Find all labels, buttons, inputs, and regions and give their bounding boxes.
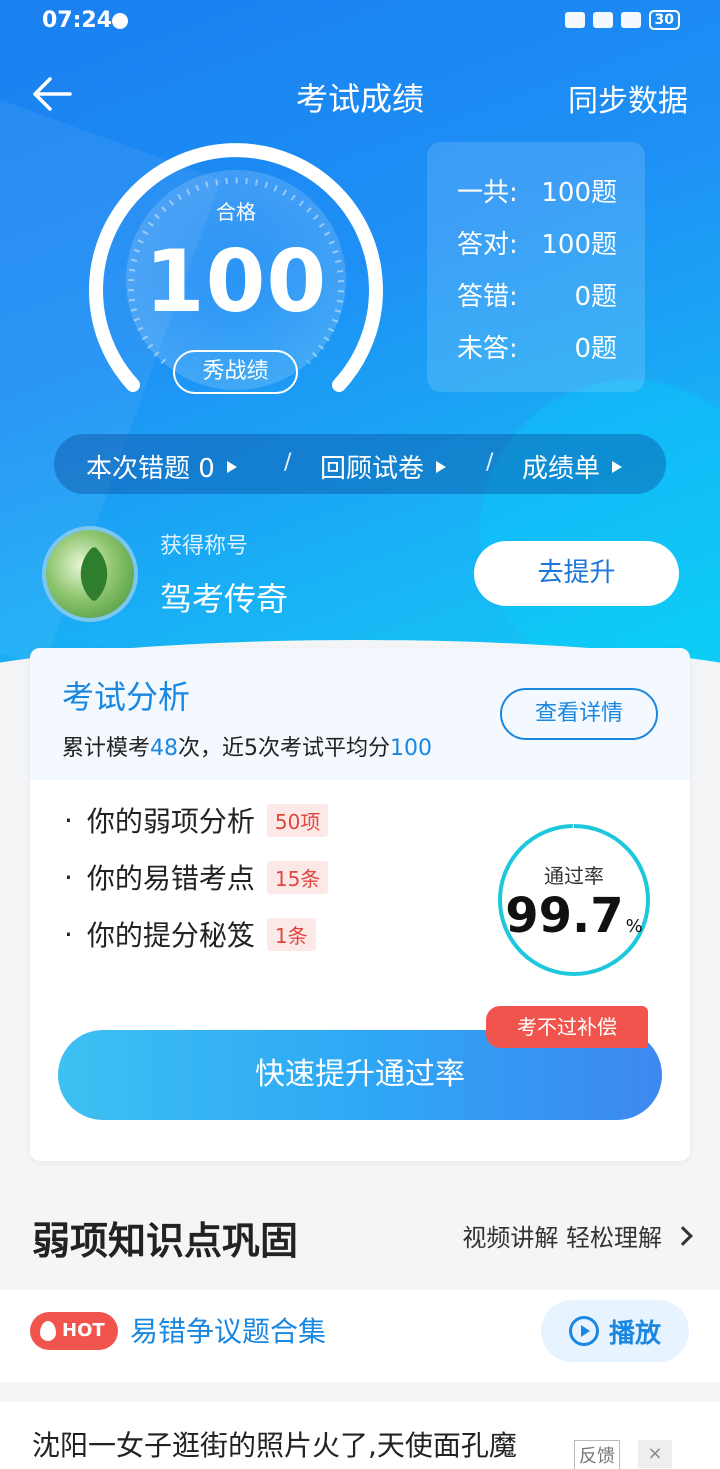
- weak-points-section-title: 弱项知识点巩固: [32, 1219, 299, 1263]
- report-card-link[interactable]: 成绩单: [522, 448, 623, 485]
- count-tag: 15条: [266, 860, 329, 894]
- play-button[interactable]: 播放: [541, 1300, 689, 1362]
- play-label: 播放: [608, 1318, 661, 1349]
- tips-label: 你的提分秘笈: [86, 919, 255, 952]
- hot-badge: HOT: [30, 1312, 118, 1350]
- bullet: ·: [64, 860, 73, 894]
- bullet: ·: [64, 917, 73, 951]
- news-feed-item[interactable]: 沈阳一女子逛街的照片火了,天使面孔魔 反馈 ×: [0, 1402, 720, 1469]
- nav-bar: 考试成绩 同步数据: [0, 64, 720, 124]
- stat-key: 答对:: [457, 230, 518, 260]
- play-icon: [568, 1316, 599, 1346]
- hot-topic-title: 易错争议题合集: [130, 1315, 327, 1348]
- stat-value: 0题: [574, 334, 617, 364]
- stats-panel: 一共: 100题 答对: 100题 答错: 0题 未答: 0题: [427, 142, 645, 392]
- stat-row-total: 一共: 100题: [427, 172, 645, 224]
- separator: /: [284, 450, 292, 475]
- close-icon[interactable]: ×: [638, 1440, 672, 1468]
- result-actions-bar: 本次错题 0 / 回顾试卷 / 成绩单: [54, 434, 666, 494]
- summary-mid: 次，近5次考试平均分: [178, 736, 391, 761]
- count-tag: 1条: [266, 917, 316, 951]
- play-arrow-icon: [612, 460, 623, 473]
- honor-title: 驾考传奇: [160, 580, 289, 618]
- stat-value: 0题: [574, 282, 617, 312]
- sync-data-button[interactable]: 同步数据: [568, 76, 688, 120]
- view-details-button[interactable]: 查看详情: [500, 688, 658, 740]
- report-card-label: 成绩单: [522, 454, 601, 484]
- stat-key: 一共:: [457, 178, 518, 208]
- stat-value: 100题: [541, 178, 617, 208]
- weakness-item[interactable]: · 你的弱项分析 50项: [64, 800, 329, 840]
- count-tag: 50项: [266, 803, 329, 837]
- stat-row-unanswered: 未答: 0题: [427, 328, 645, 380]
- signal-icon: [620, 12, 641, 28]
- hero-decor-circle: [480, 380, 720, 680]
- eye-icon: [564, 12, 585, 28]
- honor-avatar: [42, 526, 138, 622]
- leaf-icon: [65, 545, 123, 603]
- review-paper-link[interactable]: 回顾试卷: [320, 448, 447, 485]
- pass-rate-value: 99.7%: [494, 888, 654, 944]
- analysis-header: 考试分析 累计模考48次，近5次考试平均分100 查看详情: [30, 648, 690, 780]
- status-time: 07:24: [42, 8, 113, 33]
- pass-rate-unit: %: [625, 916, 643, 937]
- wifi-icon: [592, 12, 613, 28]
- show-result-button[interactable]: 秀战绩: [173, 350, 298, 394]
- chevron-right-icon: [673, 1225, 693, 1246]
- stat-row-correct: 答对: 100题: [427, 224, 645, 276]
- bullet: ·: [64, 803, 73, 837]
- stat-row-wrong: 答错: 0题: [427, 276, 645, 328]
- analysis-title: 考试分析: [62, 678, 191, 716]
- stat-value: 100题: [541, 230, 617, 260]
- average-score: 100: [390, 736, 433, 761]
- play-arrow-icon: [436, 460, 447, 473]
- tips-item[interactable]: · 你的提分秘笈 1条: [64, 914, 316, 954]
- notification-icon: [112, 13, 128, 29]
- error-prone-item[interactable]: · 你的易错考点 15条: [64, 857, 329, 897]
- review-paper-label: 回顾试卷: [320, 454, 425, 484]
- separator: /: [486, 450, 494, 475]
- weakness-label: 你的弱项分析: [86, 805, 255, 838]
- mock-exam-count: 48: [150, 736, 179, 761]
- feedback-tag[interactable]: 反馈: [574, 1440, 620, 1469]
- news-headline: 沈阳一女子逛街的照片火了,天使面孔魔: [32, 1429, 517, 1462]
- status-bar: 07:24 30: [0, 0, 720, 44]
- hot-label: HOT: [62, 1320, 105, 1341]
- wrong-questions-label: 本次错题 0: [86, 454, 215, 484]
- battery-icon: 30: [648, 10, 680, 30]
- error-prone-label: 你的易错考点: [86, 862, 255, 895]
- stat-key: 答错:: [457, 282, 518, 312]
- wrong-questions-link[interactable]: 本次错题 0: [86, 448, 237, 485]
- pass-rate-ring: 通过率 99.7%: [494, 820, 654, 980]
- pass-rate-label: 通过率: [544, 864, 604, 888]
- improve-button[interactable]: 去提升: [474, 541, 679, 606]
- analysis-card: 考试分析 累计模考48次，近5次考试平均分100 查看详情 · 你的弱项分析 5…: [30, 648, 690, 1161]
- play-arrow-icon: [226, 460, 237, 473]
- pass-rate-number: 99.7: [505, 888, 624, 944]
- video-explain-link[interactable]: 视频讲解 轻松理解: [462, 1218, 693, 1253]
- status-icons: 30: [564, 10, 680, 30]
- compensation-badge: 考不过补偿: [486, 1006, 648, 1048]
- flame-icon: [40, 1321, 56, 1341]
- score-status-label: 合格: [216, 200, 256, 224]
- analysis-summary: 累计模考48次，近5次考试平均分100: [62, 730, 432, 762]
- hot-topic-row[interactable]: HOT 易错争议题合集 播放: [0, 1290, 720, 1382]
- summary-prefix: 累计模考: [62, 736, 151, 761]
- honor-label: 获得称号: [160, 534, 249, 559]
- video-explain-label: 视频讲解 轻松理解: [462, 1224, 662, 1252]
- score-value: 100: [144, 232, 328, 332]
- score-gauge: 合格 100 秀战绩: [86, 140, 386, 410]
- stat-key: 未答:: [457, 334, 518, 364]
